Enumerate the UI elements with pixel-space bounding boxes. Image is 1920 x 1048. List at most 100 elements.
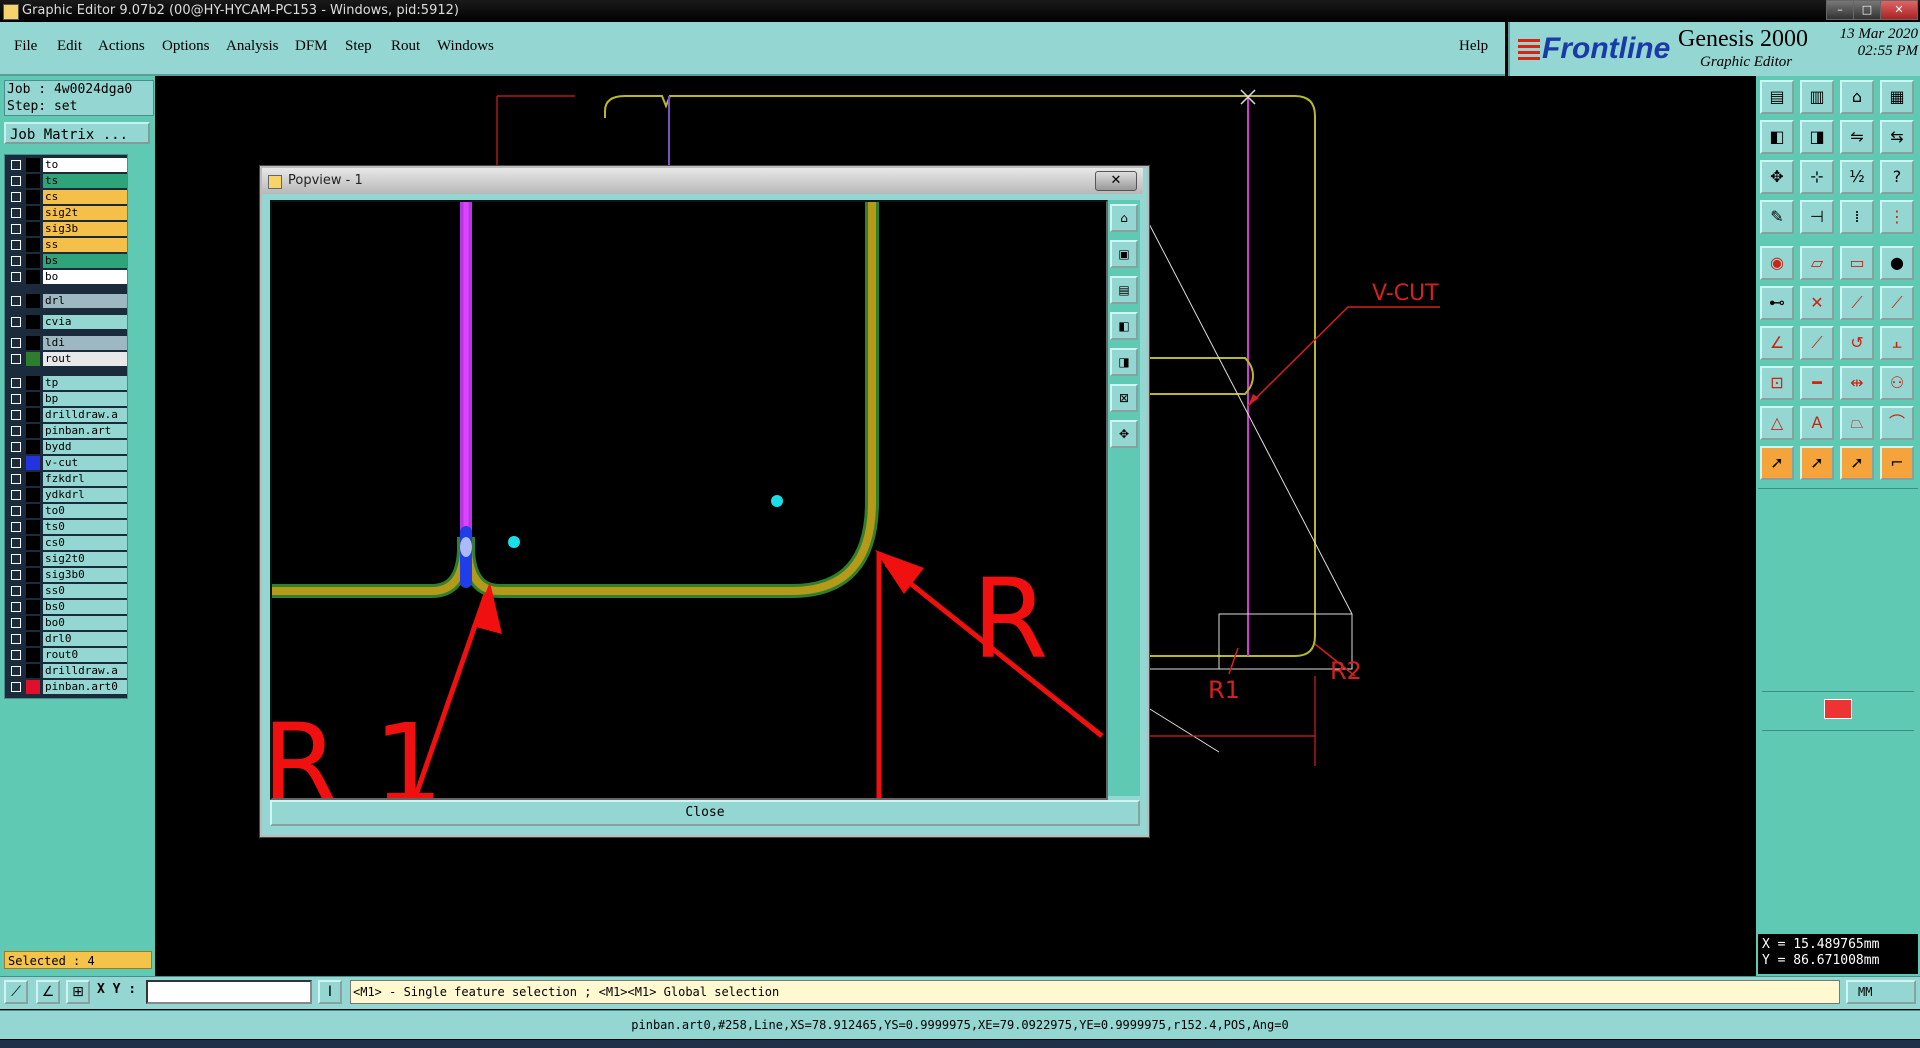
layer-color-swatch[interactable] [26, 174, 40, 188]
menu-rout[interactable]: Rout [391, 38, 420, 55]
layer-row[interactable]: pinban.art0 [7, 680, 127, 694]
layer-row[interactable]: tp [7, 376, 127, 390]
minimize-button[interactable]: – [1826, 0, 1854, 20]
open-icon[interactable]: ▤ [1760, 80, 1794, 114]
pv-zoom-in-icon[interactable]: ▣ [1110, 240, 1138, 268]
layer-row[interactable]: ts0 [7, 520, 127, 534]
layer-color-swatch[interactable] [26, 270, 40, 284]
home-icon[interactable]: ⌂ [1840, 80, 1874, 114]
layer-checkbox[interactable] [11, 666, 21, 676]
cross-icon[interactable]: ✕ [1800, 286, 1834, 320]
layer-row[interactable]: rout [7, 352, 127, 366]
close-window-button[interactable]: ✕ [1880, 0, 1918, 20]
connect-icon[interactable]: ⊷ [1760, 286, 1794, 320]
layer-color-swatch[interactable] [26, 158, 40, 172]
pv-pan-right-icon[interactable]: ◨ [1110, 348, 1138, 376]
layers-icon[interactable]: ⋮ [1880, 200, 1914, 234]
menu-help[interactable]: Help [1459, 38, 1488, 55]
layer-color-swatch[interactable] [26, 190, 40, 204]
fork-icon[interactable]: ⫠ [1880, 326, 1914, 360]
layer-row[interactable]: bo0 [7, 616, 127, 630]
layer-checkbox[interactable] [11, 570, 21, 580]
layer-color-swatch[interactable] [26, 222, 40, 236]
line-icon[interactable]: ⟋ [1840, 286, 1874, 320]
layer-color-swatch[interactable] [26, 294, 40, 308]
layer-checkbox[interactable] [11, 682, 21, 692]
layer-row[interactable]: drl [7, 294, 127, 308]
layer-row[interactable]: ts [7, 174, 127, 188]
layer-checkbox[interactable] [11, 426, 21, 436]
layer-checkbox[interactable] [11, 354, 21, 364]
layer-row[interactable]: bp [7, 392, 127, 406]
dot-icon[interactable]: ● [1880, 246, 1914, 280]
layer-color-swatch[interactable] [26, 536, 40, 550]
layer-color-swatch[interactable] [26, 352, 40, 366]
units-selector[interactable]: MM [1846, 980, 1916, 1004]
layer-row[interactable]: cs0 [7, 536, 127, 550]
layer-color-swatch[interactable] [26, 488, 40, 502]
align-icon[interactable]: ⇹ [1840, 366, 1874, 400]
layer-row[interactable]: bo [7, 270, 127, 284]
angle-icon[interactable]: ∠ [1760, 326, 1794, 360]
layer-color-swatch[interactable] [26, 616, 40, 630]
layer-row[interactable]: ss0 [7, 584, 127, 598]
pv-center-icon[interactable]: ✥ [1110, 420, 1138, 448]
curve-icon[interactable]: ↺ [1840, 326, 1874, 360]
layer-checkbox[interactable] [11, 586, 21, 596]
layer-color-swatch[interactable] [26, 238, 40, 252]
layer-checkbox[interactable] [11, 522, 21, 532]
layer-checkbox[interactable] [11, 602, 21, 612]
arc-icon[interactable]: ⟋ [1880, 286, 1914, 320]
layer-row[interactable]: cs [7, 190, 127, 204]
menu-analysis[interactable]: Analysis [226, 38, 279, 55]
popview-canvas[interactable]: R R 1 [270, 200, 1108, 800]
layer-checkbox[interactable] [11, 442, 21, 452]
layer-checkbox[interactable] [11, 160, 21, 170]
layer-color-swatch[interactable] [26, 315, 40, 329]
menu-file[interactable]: File [14, 38, 37, 55]
triangle-icon[interactable]: △ [1760, 406, 1794, 440]
layer-checkbox[interactable] [11, 240, 21, 250]
layer-checkbox[interactable] [11, 256, 21, 266]
swap-icon[interactable]: ⇆ [1880, 120, 1914, 154]
layer-checkbox[interactable] [11, 317, 21, 327]
menu-dfm[interactable]: DFM [295, 38, 328, 55]
layer-row[interactable]: bydd [7, 440, 127, 454]
layer-checkbox[interactable] [11, 296, 21, 306]
minus-icon[interactable]: ━ [1800, 366, 1834, 400]
layer-row[interactable]: ydkdrl [7, 488, 127, 502]
layer-checkbox[interactable] [11, 650, 21, 660]
layer-row[interactable]: cvia [7, 315, 127, 329]
layer-color-swatch[interactable] [26, 456, 40, 470]
layer-row[interactable]: to [7, 158, 127, 172]
select-icon[interactable]: ➚ [1800, 446, 1834, 480]
grid-icon[interactable]: ⊞ [66, 980, 90, 1004]
layer-row[interactable]: fzkdrl [7, 472, 127, 486]
layer-color-swatch[interactable] [26, 206, 40, 220]
layer-row[interactable]: sig2t [7, 206, 127, 220]
highlight-icon[interactable]: ⁞ [1840, 200, 1874, 234]
layer-row[interactable]: drl0 [7, 632, 127, 646]
pointer-icon[interactable]: ➚ [1760, 446, 1794, 480]
snap-icon[interactable]: ⟋ [4, 980, 28, 1004]
layer-checkbox[interactable] [11, 394, 21, 404]
right-icon[interactable]: ◨ [1800, 120, 1834, 154]
flip-icon[interactable]: ⇋ [1840, 120, 1874, 154]
zoom-fit-icon[interactable]: ✥ [1760, 160, 1794, 194]
layer-color-swatch[interactable] [26, 600, 40, 614]
pv-home-icon[interactable]: ⌂ [1110, 204, 1138, 232]
layer-checkbox[interactable] [11, 378, 21, 388]
layer-checkbox[interactable] [11, 224, 21, 234]
layer-color-swatch[interactable] [26, 632, 40, 646]
layer-color-swatch[interactable] [26, 584, 40, 598]
pad-icon[interactable]: ◉ [1760, 246, 1794, 280]
layer-color-swatch[interactable] [26, 254, 40, 268]
polygon-icon[interactable]: ▱ [1800, 246, 1834, 280]
diag-icon[interactable]: ⟋ [1800, 326, 1834, 360]
layer-row[interactable]: to0 [7, 504, 127, 518]
layer-row[interactable]: sig3b0 [7, 568, 127, 582]
popview-title-bar[interactable]: Popview - 1 ✕ [262, 168, 1143, 194]
layer-color-swatch[interactable] [26, 568, 40, 582]
layer-checkbox[interactable] [11, 538, 21, 548]
layer-row[interactable]: bs0 [7, 600, 127, 614]
